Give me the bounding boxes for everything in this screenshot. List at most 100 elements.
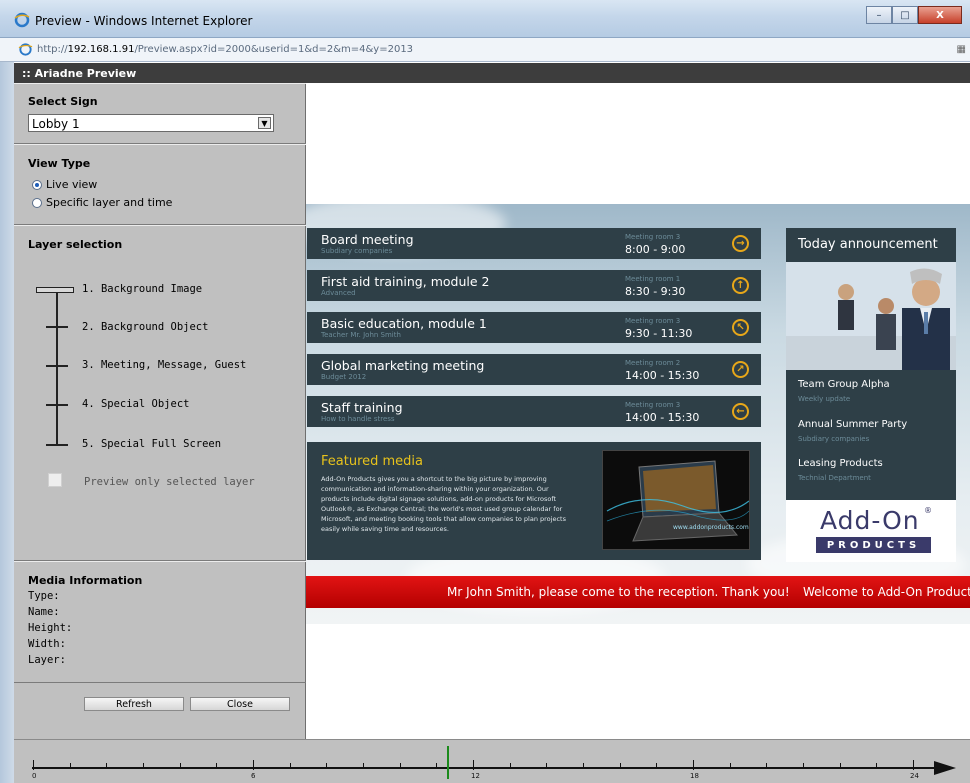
announcement-item-sub: Technial Department bbox=[798, 474, 871, 482]
meeting-subtitle: Subdiary companies bbox=[321, 247, 393, 255]
preview-only-checkbox[interactable] bbox=[48, 473, 62, 487]
timeline-tick bbox=[33, 760, 34, 770]
featured-image: www.addonproducts.com bbox=[602, 450, 750, 550]
layer-label-5[interactable]: 5. Special Full Screen bbox=[82, 438, 221, 450]
media-info-title: Media Information bbox=[28, 574, 143, 587]
timeline-tick bbox=[546, 763, 548, 769]
media-height-label: Height: bbox=[28, 622, 73, 634]
meeting-title: First aid training, module 2 bbox=[321, 274, 490, 289]
meeting-subtitle: Advanced bbox=[321, 289, 356, 297]
timeline-tick bbox=[253, 760, 254, 770]
window-left-border bbox=[0, 62, 14, 783]
timeline-tick bbox=[289, 763, 291, 769]
timeline-label: 18 bbox=[690, 772, 699, 780]
radio-live-view-label: Live view bbox=[46, 178, 98, 191]
timeline-tick bbox=[179, 763, 181, 769]
meeting-row: Board meeting Subdiary companies Meeting… bbox=[307, 228, 761, 259]
timeline-label: 0 bbox=[32, 772, 37, 780]
announcement-item-sub: Weekly update bbox=[798, 395, 851, 403]
svg-text:www.addonproducts.com: www.addonproducts.com bbox=[673, 524, 749, 531]
announcement-item-title: Leasing Products bbox=[798, 458, 883, 469]
timeline[interactable]: 0 6 12 18 24 bbox=[14, 739, 970, 783]
sign-select-value: Lobby 1 bbox=[32, 117, 80, 131]
ticker-message: Mr John Smith, please come to the recept… bbox=[447, 585, 790, 599]
timeline-label: 24 bbox=[910, 772, 919, 780]
signage-canvas: Board meeting Subdiary companies Meeting… bbox=[306, 204, 970, 624]
meeting-row: Basic education, module 1 Teacher Mr. Jo… bbox=[307, 312, 761, 343]
minimize-button[interactable]: – bbox=[866, 6, 892, 24]
close-button[interactable]: Close bbox=[190, 697, 290, 711]
logo-registered-mark: ® bbox=[924, 506, 932, 515]
announcement-item-title: Team Group Alpha bbox=[798, 379, 890, 390]
featured-title: Featured media bbox=[321, 454, 424, 469]
layer-slider-handle[interactable] bbox=[36, 287, 74, 293]
meeting-subtitle: Budget 2012 bbox=[321, 373, 367, 381]
meeting-title: Board meeting bbox=[321, 232, 414, 247]
meeting-room: Meeting room 3 bbox=[625, 317, 681, 325]
meeting-row: First aid training, module 2 Advanced Me… bbox=[307, 270, 761, 301]
url-text[interactable]: http://192.168.1.91/Preview.aspx?id=2000… bbox=[37, 44, 413, 55]
timeline-arrow-icon bbox=[934, 761, 956, 775]
radio-live-view[interactable]: Live view bbox=[32, 178, 97, 191]
select-sign-section: Select Sign Lobby 1 ▼ bbox=[14, 83, 306, 144]
sign-select[interactable]: Lobby 1 ▼ bbox=[28, 114, 274, 132]
radio-specific-layer[interactable]: Specific layer and time bbox=[32, 196, 172, 209]
meeting-title: Staff training bbox=[321, 400, 403, 415]
arrow-left-icon: ← bbox=[732, 403, 749, 420]
layer-slider-track[interactable] bbox=[56, 290, 58, 446]
meeting-time: 8:00 - 9:00 bbox=[625, 243, 686, 256]
timeline-tick bbox=[509, 763, 511, 769]
featured-body: Add-On Products gives you a shortcut to … bbox=[321, 475, 566, 533]
layer-selection-section: Layer selection 1. Background Image 2. B… bbox=[14, 225, 306, 561]
compat-icon[interactable]: ▦ bbox=[957, 44, 966, 55]
maximize-button[interactable]: □ bbox=[892, 6, 918, 24]
page-icon bbox=[18, 43, 33, 56]
radio-specific-layer-label: Specific layer and time bbox=[46, 196, 173, 209]
layer-label-1[interactable]: 1. Background Image bbox=[82, 283, 202, 295]
dropdown-arrow-icon[interactable]: ▼ bbox=[258, 117, 271, 129]
business-people-photo bbox=[786, 262, 956, 370]
timeline-tick bbox=[876, 763, 878, 769]
layer-label-2[interactable]: 2. Background Object bbox=[82, 321, 208, 333]
close-window-button[interactable]: X bbox=[918, 6, 962, 24]
meeting-row: Global marketing meeting Budget 2012 Mee… bbox=[307, 354, 761, 385]
people-image-icon bbox=[786, 262, 956, 370]
timeline-tick bbox=[729, 763, 731, 769]
media-width-label: Width: bbox=[28, 638, 66, 650]
timeline-label: 12 bbox=[471, 772, 480, 780]
timeline-tick bbox=[583, 763, 584, 769]
radio-selected-icon[interactable] bbox=[32, 179, 42, 190]
refresh-button[interactable]: Refresh bbox=[84, 697, 184, 711]
meeting-time: 9:30 - 11:30 bbox=[625, 327, 693, 340]
arrow-right-icon: → bbox=[732, 235, 749, 252]
media-type-label: Type: bbox=[28, 590, 60, 602]
view-type-title: View Type bbox=[28, 157, 91, 170]
view-type-section: View Type Live view Specific layer and t… bbox=[14, 144, 306, 225]
announcement-item-sub: Subdiary companies bbox=[798, 435, 870, 443]
timeline-tick bbox=[619, 763, 621, 769]
timeline-tick bbox=[656, 763, 658, 769]
preview-only-label: Preview only selected layer bbox=[84, 476, 255, 488]
arrow-up-icon: ↑ bbox=[732, 277, 749, 294]
timeline-tick bbox=[326, 763, 328, 769]
media-info-section: Media Information Type: Name: Height: Wi… bbox=[14, 561, 306, 683]
meeting-time: 14:00 - 15:30 bbox=[625, 411, 700, 424]
featured-media-panel: Featured media Add-On Products gives you… bbox=[307, 442, 761, 560]
announcement-title: Today announcement bbox=[798, 237, 938, 252]
layer-label-3[interactable]: 3. Meeting, Message, Guest bbox=[82, 359, 246, 371]
timeline-tick bbox=[803, 763, 804, 769]
meeting-row: Staff training How to handle stress Meet… bbox=[307, 396, 761, 427]
layer-tick bbox=[46, 444, 68, 446]
window-title: Preview - Windows Internet Explorer bbox=[35, 14, 253, 28]
meeting-time: 8:30 - 9:30 bbox=[625, 285, 686, 298]
internet-explorer-icon bbox=[14, 12, 30, 28]
address-bar[interactable]: http://192.168.1.91/Preview.aspx?id=2000… bbox=[0, 38, 970, 62]
logo-products-band: PRODUCTS bbox=[816, 537, 931, 553]
layer-tick bbox=[46, 365, 68, 367]
layer-label-4[interactable]: 4. Special Object bbox=[82, 398, 189, 410]
meeting-room: Meeting room 3 bbox=[625, 401, 681, 409]
timeline-cursor[interactable] bbox=[447, 746, 450, 779]
radio-unselected-icon[interactable] bbox=[32, 197, 42, 208]
media-name-label: Name: bbox=[28, 606, 60, 618]
window-titlebar: Preview - Windows Internet Explorer – □ … bbox=[0, 0, 970, 38]
